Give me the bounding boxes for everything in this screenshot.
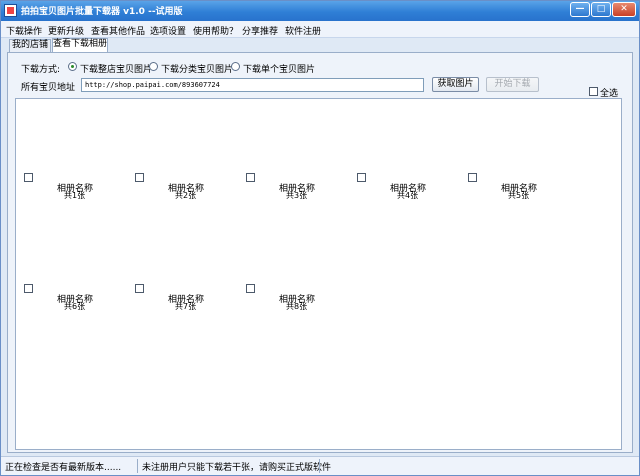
radio-whole-shop-label[interactable]: 下载整店宝贝图片 [80,62,152,75]
shop-url-input[interactable]: http://shop.paipai.com/893607724 [81,78,424,92]
album-count: 共4张 [397,191,419,200]
album-item[interactable]: 相册名称 共1张 [24,173,124,213]
menu-other-works[interactable]: 查看其他作品 [91,24,145,37]
tab-view-albums[interactable]: 查看下载相册 [52,38,108,52]
album-count: 共2张 [175,191,197,200]
album-count: 共5张 [508,191,530,200]
select-all-checkbox[interactable] [589,87,598,96]
album-checkbox[interactable] [24,284,33,293]
album-count: 共7张 [175,302,197,311]
album-item[interactable]: 相册名称 共3张 [246,173,346,213]
status-bar: 正在检查是否有最新版本...... 未注册用户只能下载若干张，请购买正式版软件 [1,456,639,475]
status-update-check: 正在检查是否有最新版本...... [5,463,122,473]
tab-my-shop[interactable]: 我的店铺 [9,39,51,52]
album-checkbox[interactable] [357,173,366,182]
album-item[interactable]: 相册名称 共8张 [246,284,346,324]
album-checkbox[interactable] [135,284,144,293]
tab-strip: 我的店铺 查看下载相册 [1,38,639,52]
album-item[interactable]: 相册名称 共6张 [24,284,124,324]
radio-category[interactable] [149,62,158,71]
album-grid: 相册名称 共1张 相册名称 共2张 相册名称 共3张 相册名称 共4张 相册名称… [15,98,622,450]
album-count: 共6张 [64,302,86,311]
album-item[interactable]: 相册名称 共7张 [135,284,235,324]
album-checkbox[interactable] [24,173,33,182]
menu-update[interactable]: 更新升级 [48,24,84,37]
menu-download-ops[interactable]: 下载操作 [6,24,42,37]
menu-bar: 下载操作 更新升级 查看其他作品 选项设置 使用帮助？ 分享推荐 软件注册 [1,21,639,38]
radio-category-label[interactable]: 下载分类宝贝图片 [161,62,233,75]
download-mode-label: 下载方式: [21,65,61,75]
album-checkbox[interactable] [468,173,477,182]
menu-share[interactable]: 分享推荐 [242,24,278,37]
url-label: 所有宝贝地址 [21,83,76,93]
menu-register[interactable]: 软件注册 [285,24,321,37]
minimize-button[interactable]: — [570,2,590,17]
album-count: 共1张 [64,191,86,200]
status-divider [137,459,138,473]
maximize-button[interactable]: □ [591,2,611,17]
window-title: 拍拍宝贝图片批量下载器 v1.0 --试用版 [21,7,183,17]
menu-options[interactable]: 选项设置 [150,24,186,37]
radio-single-item[interactable] [231,62,240,71]
title-bar[interactable]: 拍拍宝贝图片批量下载器 v1.0 --试用版 — □ ✕ [1,1,639,21]
radio-single-item-label[interactable]: 下载单个宝贝图片 [243,62,315,75]
album-count: 共3张 [286,191,308,200]
app-icon [4,4,17,17]
app-window: 拍拍宝贝图片批量下载器 v1.0 --试用版 — □ ✕ 下载操作 更新升级 查… [0,0,640,476]
fetch-images-button[interactable]: 获取图片 [432,77,479,92]
album-item[interactable]: 相册名称 共4张 [357,173,457,213]
status-divider [319,459,320,473]
menu-help[interactable]: 使用帮助？ [193,24,238,37]
album-item[interactable]: 相册名称 共2张 [135,173,235,213]
start-download-button[interactable]: 开始下载 [486,77,539,92]
album-checkbox[interactable] [135,173,144,182]
status-trial-notice: 未注册用户只能下载若干张，请购买正式版软件 [142,463,332,473]
album-count: 共8张 [286,302,308,311]
album-checkbox[interactable] [246,284,255,293]
album-checkbox[interactable] [246,173,255,182]
album-item[interactable]: 相册名称 共5张 [468,173,568,213]
close-button[interactable]: ✕ [612,2,636,17]
radio-whole-shop[interactable] [68,62,77,71]
